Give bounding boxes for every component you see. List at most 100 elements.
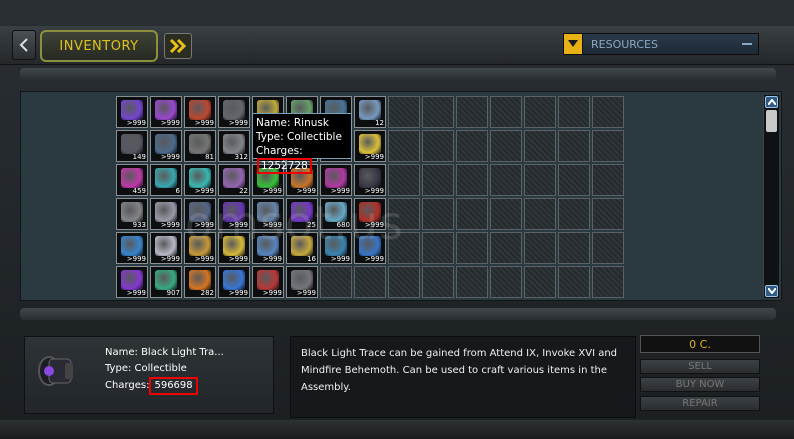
- inventory-item-slot[interactable]: 933: [116, 198, 148, 230]
- item-count: 22: [239, 187, 248, 195]
- inventory-empty-slot[interactable]: [422, 96, 454, 128]
- item-icon: [121, 202, 143, 222]
- scroll-thumb[interactable]: [766, 110, 777, 132]
- inventory-item-slot[interactable]: >999: [116, 266, 148, 298]
- inventory-empty-slot[interactable]: [388, 130, 420, 162]
- item-count: >999: [296, 187, 316, 195]
- inventory-empty-slot[interactable]: [320, 266, 352, 298]
- tab-inventory[interactable]: INVENTORY: [40, 30, 158, 62]
- inventory-empty-slot[interactable]: [422, 266, 454, 298]
- scroll-up-button[interactable]: [765, 96, 778, 108]
- item-icon: [189, 168, 211, 188]
- inventory-empty-slot[interactable]: [558, 266, 590, 298]
- inventory-item-slot[interactable]: 459: [116, 164, 148, 196]
- inventory-empty-slot[interactable]: [388, 96, 420, 128]
- inventory-empty-slot[interactable]: [456, 130, 488, 162]
- inventory-empty-slot[interactable]: [456, 232, 488, 264]
- buy-now-button[interactable]: BUY NOW: [640, 377, 760, 392]
- item-count: >999: [364, 187, 384, 195]
- inventory-empty-slot[interactable]: [456, 266, 488, 298]
- inventory-empty-slot[interactable]: [524, 164, 556, 196]
- inventory-item-slot[interactable]: >999: [354, 164, 386, 196]
- inventory-empty-slot[interactable]: [524, 96, 556, 128]
- inventory-empty-slot[interactable]: [490, 266, 522, 298]
- inventory-empty-slot[interactable]: [524, 266, 556, 298]
- inventory-item-slot[interactable]: 12: [354, 96, 386, 128]
- detail-text: Name: Black Light Tra... Type: Collectib…: [105, 345, 224, 395]
- inventory-scrollbar[interactable]: [763, 95, 779, 298]
- inventory-item-slot[interactable]: >999: [150, 96, 182, 128]
- inventory-empty-slot[interactable]: [422, 198, 454, 230]
- inventory-empty-slot[interactable]: [558, 164, 590, 196]
- inventory-empty-slot[interactable]: [422, 164, 454, 196]
- inventory-empty-slot[interactable]: [592, 198, 624, 230]
- inventory-empty-slot[interactable]: [490, 130, 522, 162]
- inventory-empty-slot[interactable]: [388, 164, 420, 196]
- inventory-empty-slot[interactable]: [592, 266, 624, 298]
- inventory-item-slot[interactable]: >999: [218, 96, 250, 128]
- resources-dropdown[interactable]: RESOURCES: [563, 33, 759, 55]
- item-count: >999: [364, 153, 384, 161]
- inventory-empty-slot[interactable]: [490, 96, 522, 128]
- inventory-item-slot[interactable]: 149: [116, 130, 148, 162]
- inventory-item-slot[interactable]: >999: [218, 266, 250, 298]
- inventory-empty-slot[interactable]: [490, 164, 522, 196]
- inventory-empty-slot[interactable]: [592, 232, 624, 264]
- inventory-item-slot[interactable]: 81: [184, 130, 216, 162]
- inventory-empty-slot[interactable]: [490, 232, 522, 264]
- inventory-empty-slot[interactable]: [422, 130, 454, 162]
- inventory-empty-slot[interactable]: [592, 130, 624, 162]
- inventory-item-slot[interactable]: 907: [150, 266, 182, 298]
- forward-button[interactable]: [164, 33, 192, 59]
- inventory-item-slot[interactable]: 22: [218, 164, 250, 196]
- inventory-item-slot[interactable]: >999: [286, 266, 318, 298]
- inventory-empty-slot[interactable]: [592, 96, 624, 128]
- item-count: >999: [194, 119, 214, 127]
- inventory-item-slot[interactable]: 282: [184, 266, 216, 298]
- repair-button[interactable]: REPAIR: [640, 396, 760, 411]
- inventory-empty-slot[interactable]: [558, 232, 590, 264]
- inventory-item-slot[interactable]: >999: [116, 96, 148, 128]
- item-count: >999: [364, 255, 384, 263]
- inventory-empty-slot[interactable]: [388, 266, 420, 298]
- item-description: Black Light Trace can be gained from Att…: [290, 336, 636, 418]
- black-light-trace-icon: [38, 356, 73, 386]
- inventory-empty-slot[interactable]: [524, 232, 556, 264]
- inventory-empty-slot[interactable]: [490, 198, 522, 230]
- inventory-item-slot[interactable]: >999: [150, 198, 182, 230]
- inventory-item-slot[interactable]: >999: [150, 232, 182, 264]
- inventory-empty-slot[interactable]: [456, 164, 488, 196]
- back-button[interactable]: [12, 30, 36, 60]
- item-icon: [155, 100, 177, 120]
- item-icon: [155, 270, 177, 290]
- inventory-empty-slot[interactable]: [558, 96, 590, 128]
- inventory-item-slot[interactable]: >999: [354, 130, 386, 162]
- inventory-empty-slot[interactable]: [354, 266, 386, 298]
- scroll-down-button[interactable]: [765, 285, 778, 297]
- inventory-empty-slot[interactable]: [558, 198, 590, 230]
- inventory-empty-slot[interactable]: [558, 130, 590, 162]
- inventory-empty-slot[interactable]: [592, 164, 624, 196]
- item-count: >999: [160, 221, 180, 229]
- inventory-empty-slot[interactable]: [524, 130, 556, 162]
- inventory-empty-slot[interactable]: [422, 232, 454, 264]
- inventory-item-slot[interactable]: >999: [116, 232, 148, 264]
- inventory-item-slot[interactable]: 6: [150, 164, 182, 196]
- detail-name: Black Light Tra...: [141, 347, 224, 358]
- sell-button[interactable]: SELL: [640, 359, 760, 374]
- inventory-item-slot[interactable]: 312: [218, 130, 250, 162]
- item-count: >999: [126, 119, 146, 127]
- inventory-item-slot[interactable]: >999: [150, 130, 182, 162]
- item-icon: [359, 134, 381, 154]
- inventory-item-slot[interactable]: >999: [184, 164, 216, 196]
- bottom-bar: [0, 420, 794, 439]
- inventory-item-slot[interactable]: >999: [184, 96, 216, 128]
- inventory-empty-slot[interactable]: [524, 198, 556, 230]
- detail-charges-value: 596698: [149, 377, 198, 395]
- inventory-empty-slot[interactable]: [456, 198, 488, 230]
- inventory-item-slot[interactable]: >999: [252, 266, 284, 298]
- detail-charges-row: Charges: 596698: [105, 377, 224, 395]
- item-icon: [155, 202, 177, 222]
- detail-type-row: Type: Collectible: [105, 361, 224, 377]
- inventory-empty-slot[interactable]: [456, 96, 488, 128]
